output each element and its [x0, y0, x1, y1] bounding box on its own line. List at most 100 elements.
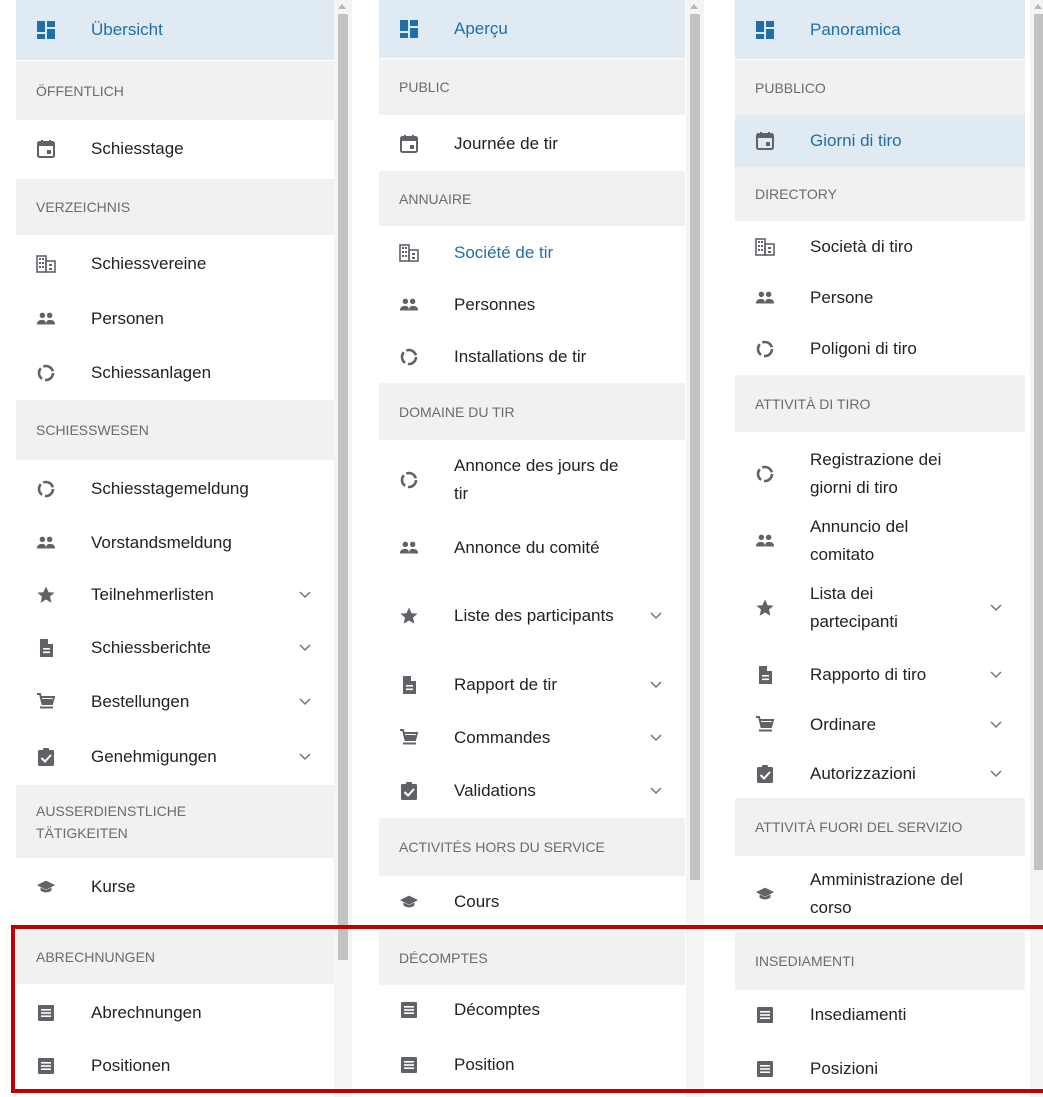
sidebar-item-installations-de-tir[interactable]: Installations de tir	[379, 331, 685, 383]
ring-icon	[755, 339, 775, 359]
sidebar-item-personnes[interactable]: Personnes	[379, 279, 685, 331]
section-header-attivita-fuori-del-servizio: ATTIVITÀ FUORI DEL SERVIZIO	[735, 798, 1025, 856]
sidebar-item-label: Bestellungen	[91, 691, 190, 711]
section-header-label: ATTIVITÀ FUORI DEL SERVIZIO	[755, 819, 963, 835]
sidebar-item-kurse[interactable]: Kurse	[16, 858, 334, 916]
sidebar-item-label: Schiesstagemeldung	[91, 478, 249, 498]
sidebar-item-apercu[interactable]: Aperçu	[379, 0, 685, 58]
sidebar-item-commandes[interactable]: Commandes	[379, 712, 685, 764]
sidebar-item-societa-di-tiro[interactable]: Società di tiro	[735, 221, 1025, 273]
scroll-up-arrow-icon[interactable]	[1034, 4, 1042, 9]
chevron-down-icon[interactable]	[649, 679, 663, 689]
chevron-down-icon[interactable]	[298, 589, 312, 599]
sidebar-item-societe-de-tir[interactable]: Société de tir	[379, 226, 685, 279]
sidebar-item-annuncio-del-comitato[interactable]: Annuncio del comitato	[735, 516, 1025, 566]
sidebar-item-label: Liste des participants	[454, 606, 614, 625]
sidebar-item-label: Schiessberichte	[91, 637, 212, 657]
sidebar-item-label: Kurse	[91, 877, 136, 896]
sidebar-item-label: Ordinare	[810, 715, 877, 734]
document-icon	[36, 638, 56, 658]
scrollbar-thumb[interactable]	[1034, 14, 1043, 870]
chevron-down-icon[interactable]	[649, 785, 663, 795]
sidebar-item-vorstandsmeldung[interactable]: Vorstandsmeldung	[16, 517, 334, 569]
people-icon	[755, 288, 775, 308]
star-icon	[36, 585, 56, 605]
section-header-label: ACTIVITÉS HORS DU SERVICE	[399, 839, 605, 855]
section-header-verzeichnis: VERZEICHNIS	[16, 179, 334, 235]
chevron-down-icon[interactable]	[649, 732, 663, 742]
sidebar-item-schiesstagemeldung[interactable]: Schiesstagemeldung	[16, 460, 334, 517]
section-header-label: ATTIVITÀ DI TIRO	[755, 395, 871, 412]
sidebar-item-genehmigungen[interactable]: Genehmigungen	[16, 729, 334, 784]
sidebar-item-giorni-di-tiro[interactable]: Giorni di tiro	[735, 115, 1025, 167]
section-header-label: DIRECTORY	[755, 186, 837, 202]
scroll-up-arrow-icon[interactable]	[690, 4, 698, 9]
calendar-icon	[36, 139, 56, 159]
sidebar-item-label: Annuncio del comitato	[810, 517, 909, 564]
sidebar-item-ubersicht[interactable]: Übersicht	[16, 0, 334, 60]
sidebar-item-cours[interactable]: Cours	[379, 876, 685, 928]
calendar-icon	[399, 134, 419, 154]
sidebar-item-personen[interactable]: Personen	[16, 293, 334, 345]
sidebar-item-label: Annonce des jours de tir	[454, 456, 619, 503]
sidebar-item-journee-de-tir[interactable]: Journée de tir	[379, 116, 685, 171]
ring-icon	[755, 464, 775, 484]
sidebar-item-annonce-du-comite[interactable]: Annonce du comité	[379, 520, 685, 575]
chevron-down-icon[interactable]	[298, 751, 312, 761]
sidebar-item-validations[interactable]: Validations	[379, 764, 685, 817]
sidebar-item-label: Aperçu	[454, 19, 508, 38]
section-header-offentlich: ÖFFENTLICH	[16, 61, 334, 120]
people-icon	[36, 533, 56, 553]
people-icon	[36, 309, 56, 329]
sidebar-item-label: Annonce du comité	[454, 537, 600, 557]
section-header-public: PUBLIC	[379, 59, 685, 115]
sidebar-item-annonce-des-jours-de-tir[interactable]: Annonce des jours de tir	[379, 440, 685, 520]
graduation-cap-icon	[399, 892, 419, 912]
ring-icon	[36, 363, 56, 383]
section-header-attivita-di-tiro: ATTIVITÀ DI TIRO	[735, 375, 1025, 432]
sidebar-item-rapport-de-tir[interactable]: Rapport de tir	[379, 657, 685, 712]
sidebar-item-schiessberichte[interactable]: Schiessberichte	[16, 621, 334, 674]
sidebar-item-liste-des-participants[interactable]: Liste des participants	[379, 575, 685, 657]
scrollbar-thumb[interactable]	[338, 14, 348, 960]
sidebar-item-label: Vorstandsmeldung	[91, 533, 232, 552]
cart-icon	[399, 728, 419, 748]
chevron-down-icon[interactable]	[298, 642, 312, 652]
sidebar-item-label: Cours	[454, 892, 500, 911]
calendar-icon	[755, 131, 775, 151]
sidebar-item-schiessanlagen[interactable]: Schiessanlagen	[16, 345, 334, 400]
sidebar-item-poligoni-di-tiro[interactable]: Poligoni di tiro	[735, 323, 1025, 375]
sidebar-item-autorizzazioni[interactable]: Autorizzazioni	[735, 750, 1025, 798]
sidebar-item-registrazione-dei-giorni-di-tiro[interactable]: Registrazione dei giorni di tiro	[735, 432, 1025, 516]
sidebar-item-label: Poligoni di tiro	[810, 339, 917, 358]
sidebar-item-label: Société de tir	[454, 242, 554, 262]
sidebar-item-teilnehmerlisten[interactable]: Teilnehmerlisten	[16, 569, 334, 621]
chevron-down-icon[interactable]	[298, 696, 312, 706]
chevron-down-icon[interactable]	[989, 669, 1003, 679]
sidebar-item-ordinare[interactable]: Ordinare	[735, 700, 1025, 750]
cart-icon	[755, 715, 775, 735]
chevron-down-icon[interactable]	[649, 610, 663, 620]
sidebar-item-rapporto-di-tiro[interactable]: Rapporto di tiro	[735, 650, 1025, 700]
sidebar-item-panoramica[interactable]: Panoramica	[735, 0, 1025, 59]
clipboard-check-icon	[399, 781, 419, 801]
sidebar-item-label: Schiessvereine	[91, 254, 207, 273]
chevron-down-icon[interactable]	[989, 768, 1003, 778]
sidebar-item-label: Installations de tir	[454, 347, 587, 366]
sidebar-item-schiesstage[interactable]: Schiesstage	[16, 120, 334, 178]
sidebar-item-label: Rapporto di tiro	[810, 665, 927, 684]
scrollbar-thumb[interactable]	[690, 14, 700, 880]
sidebar-item-persone[interactable]: Persone	[735, 273, 1025, 323]
ring-icon	[399, 347, 419, 367]
chevron-down-icon[interactable]	[989, 719, 1003, 729]
section-header-label: PUBBLICO	[755, 79, 826, 96]
sidebar-item-label: Schiessanlagen	[91, 362, 212, 382]
sidebar-item-amministrazione-del-corso[interactable]: Amministrazione del corso	[735, 856, 1025, 932]
section-header-annuaire: ANNUAIRE	[379, 171, 685, 226]
chevron-down-icon[interactable]	[989, 602, 1003, 612]
section-header-schiesswesen: SCHIESSWESEN	[16, 400, 334, 460]
sidebar-item-schiessvereine[interactable]: Schiessvereine	[16, 235, 334, 293]
sidebar-item-bestellungen[interactable]: Bestellungen	[16, 674, 334, 729]
sidebar-item-lista-dei-partecipanti[interactable]: Lista dei partecipanti	[735, 566, 1025, 650]
scroll-up-arrow-icon[interactable]	[338, 4, 346, 9]
